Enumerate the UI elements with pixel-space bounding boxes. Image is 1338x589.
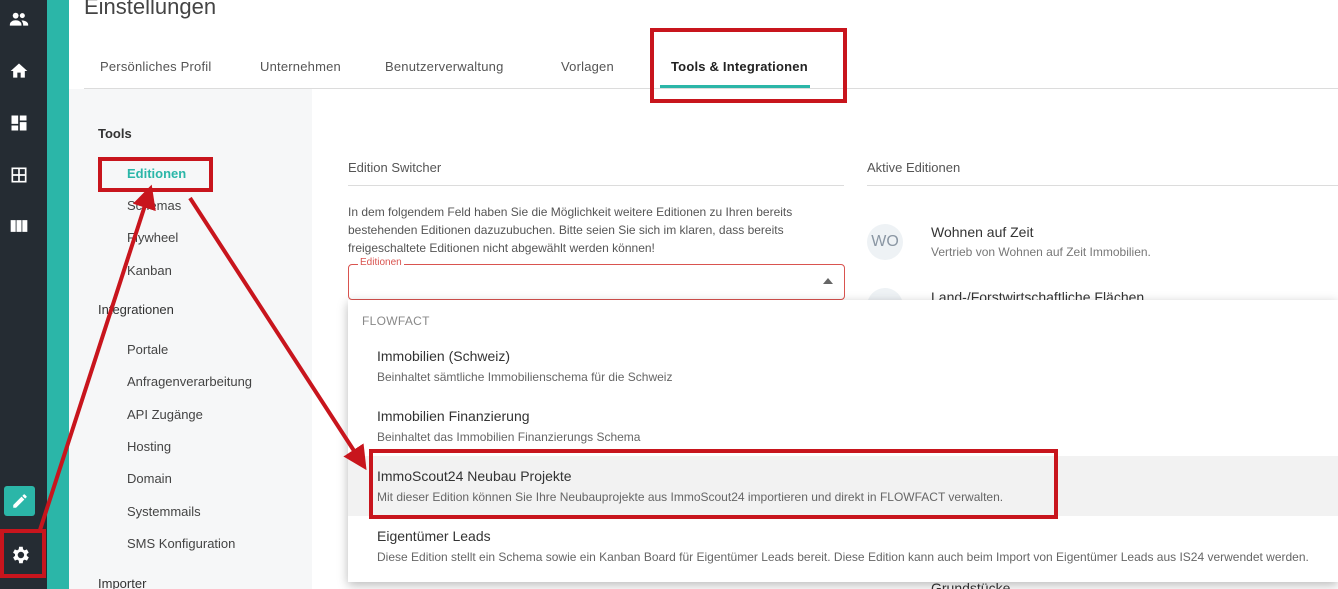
annotation-box-editionen — [98, 157, 213, 192]
edit-icon[interactable] — [4, 486, 35, 516]
annotation-box-tab — [650, 28, 847, 103]
accent-strip — [47, 0, 69, 589]
editions-dropdown-menu: FLOWFACT Immobilien (Schweiz) Beinhaltet… — [348, 300, 1338, 582]
sidebar-item-schemas[interactable]: Schemas — [127, 198, 181, 213]
active-editions-heading: Aktive Editionen — [867, 160, 1338, 186]
annotation-box-gear — [0, 529, 46, 578]
sidebar-item-portale[interactable]: Portale — [127, 342, 168, 357]
sidebar-item-api-zugaenge[interactable]: API Zugänge — [127, 407, 203, 422]
sidebar-item-anfragenverarbeitung[interactable]: Anfragenverarbeitung — [127, 374, 252, 389]
dropdown-option[interactable]: Eigentümer Leads Diese Edition stellt ei… — [348, 516, 1338, 576]
sidebar-item-kanban[interactable]: Kanban — [127, 263, 172, 278]
sidebar-heading-importer: Importer — [98, 576, 147, 589]
dropdown-option-title: Eigentümer Leads — [377, 528, 491, 544]
left-navigation — [0, 0, 47, 589]
sidebar-item-flywheel[interactable]: Flywheel — [127, 230, 178, 245]
editions-select-label: Editionen — [358, 257, 404, 268]
sidebar-item-domain[interactable]: Domain — [127, 471, 172, 486]
dropdown-option-subtitle: Beinhaltet sämtliche Immobilienschema fü… — [377, 370, 673, 384]
sidebar-heading-integrations: Integrationen — [98, 302, 174, 317]
users-icon[interactable] — [0, 4, 38, 34]
home-icon[interactable] — [0, 56, 38, 86]
dropdown-option-title: Immobilien Finanzierung — [377, 408, 530, 424]
dropdown-option-subtitle: Beinhaltet das Immobilien Finanzierungs … — [377, 430, 641, 444]
dropdown-option[interactable]: Immobilien (Schweiz) Beinhaltet sämtlich… — [348, 336, 1338, 396]
sidebar-item-sms-konfiguration[interactable]: SMS Konfiguration — [127, 536, 235, 551]
edition-switcher-heading: Edition Switcher — [348, 160, 844, 186]
dropdown-option-title: Immobilien (Schweiz) — [377, 348, 511, 364]
active-edition-title: Wohnen auf Zeit — [931, 224, 1034, 240]
active-edition-subtitle: Vertrieb von Wohnen auf Zeit Immobilien. — [931, 245, 1151, 259]
page-title: Einstellungen — [84, 0, 217, 19]
dashboard-icon[interactable] — [0, 108, 38, 138]
tab-templates[interactable]: Vorlagen — [561, 59, 614, 74]
sidebar-item-systemmails[interactable]: Systemmails — [127, 504, 201, 519]
dropdown-group-label: FLOWFACT — [362, 314, 430, 328]
edition-avatar: WO — [867, 224, 903, 260]
sidebar-heading-tools: Tools — [98, 126, 132, 141]
dropdown-option-subtitle: Diese Edition stellt ein Schema sowie ei… — [377, 550, 1309, 564]
annotation-box-option — [369, 449, 1058, 519]
grid-icon[interactable] — [0, 160, 38, 190]
columns-icon[interactable] — [0, 211, 38, 241]
editions-select[interactable] — [348, 264, 845, 300]
sidebar-item-hosting[interactable]: Hosting — [127, 439, 171, 454]
caret-up-icon[interactable] — [823, 278, 833, 284]
dropdown-option[interactable]: Immobilien Finanzierung Beinhaltet das I… — [348, 396, 1338, 456]
tab-company[interactable]: Unternehmen — [260, 59, 341, 74]
tab-profile[interactable]: Persönliches Profil — [100, 59, 211, 74]
tab-user-management[interactable]: Benutzerverwaltung — [385, 59, 504, 74]
edition-switcher-description: In dem folgendem Feld haben Sie die Mögl… — [348, 205, 793, 255]
